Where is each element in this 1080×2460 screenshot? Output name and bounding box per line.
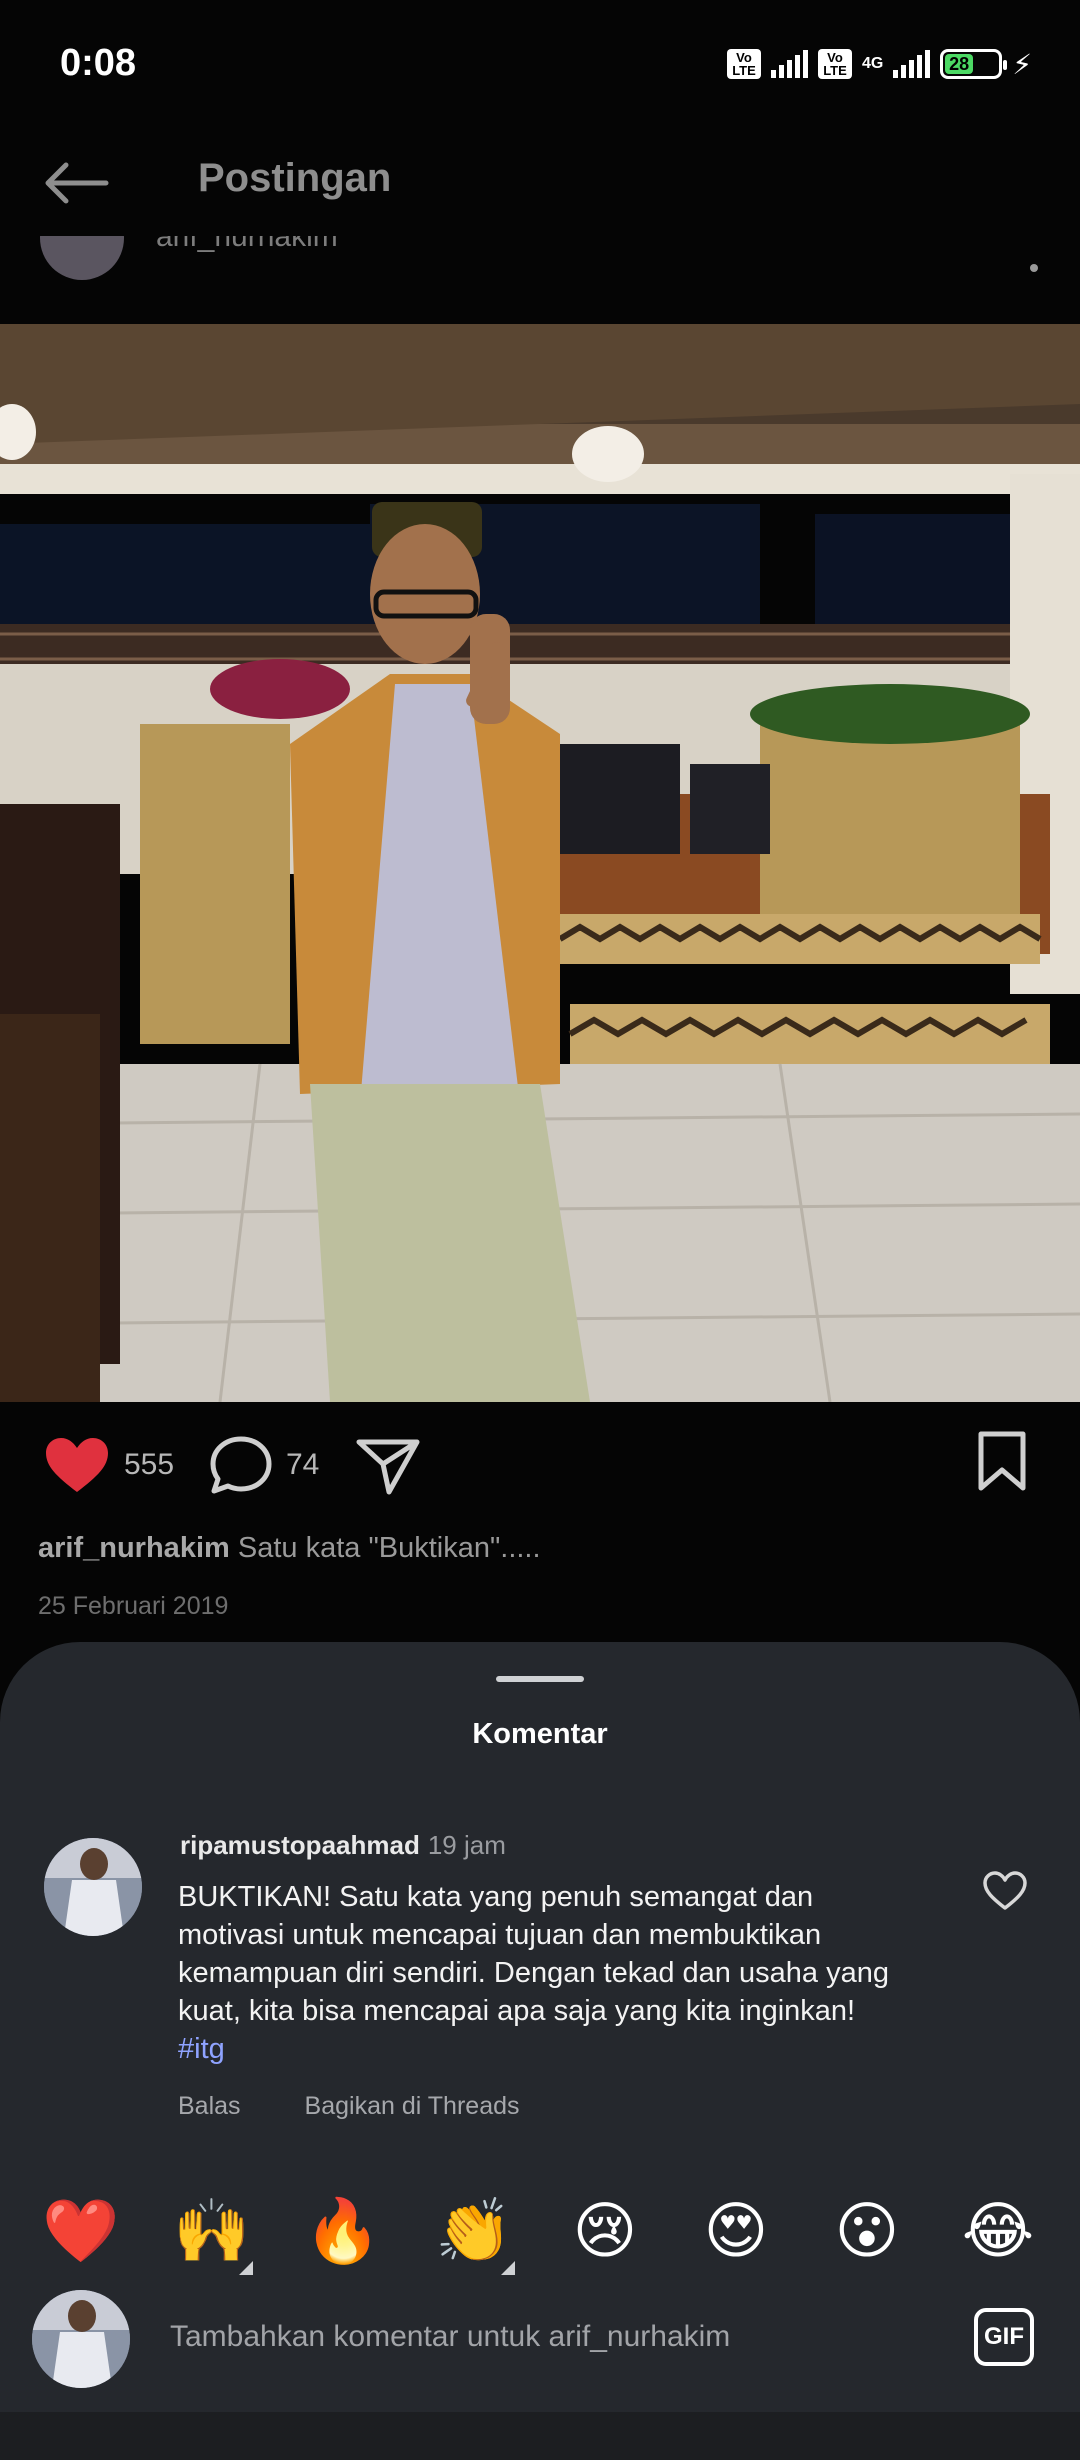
arrow-left-icon[interactable]	[40, 158, 110, 208]
gif-button[interactable]: GIF	[974, 2308, 1034, 2366]
comment-hashtag[interactable]: #itg	[178, 2033, 225, 2065]
comment-count[interactable]: 74	[286, 1448, 319, 1482]
comment-username[interactable]: ripamustopaahmad	[180, 1830, 420, 1860]
post-author-username[interactable]: arif_nurhakim	[156, 236, 338, 254]
status-time: 0:08	[60, 42, 137, 84]
comment-author-avatar[interactable]	[44, 1838, 142, 1936]
screen: 0:08 Vo LTE Vo LTE 4G 28 ⚡ Postingan ari…	[0, 0, 1080, 2460]
battery-level: 28	[945, 54, 973, 74]
emoji-laughing-button[interactable]: 😂	[953, 2187, 1043, 2277]
emoji-raised-hands-button[interactable]: 🙌	[167, 2187, 257, 2277]
caption-username[interactable]: arif_nurhakim	[38, 1532, 230, 1564]
comment-header: ripamustopaahmad 19 jam	[180, 1830, 506, 1861]
signal-icon-2	[893, 50, 931, 78]
sheet-drag-handle[interactable]	[496, 1676, 584, 1682]
post-author-avatar[interactable]	[40, 236, 124, 280]
emoji-raised-hands-glyph: 🙌	[173, 2197, 251, 2266]
status-bar: 0:08 Vo LTE Vo LTE 4G 28 ⚡	[0, 0, 1080, 120]
emoji-clap-button[interactable]: 👏	[429, 2187, 519, 2277]
sheet-title: Komentar	[472, 1718, 608, 1750]
post-author-row: arif_nurhakim	[0, 236, 1080, 326]
volte-badge-2: Vo LTE	[817, 49, 852, 79]
page-title: Postingan	[198, 156, 392, 200]
comment-icon[interactable]	[208, 1434, 274, 1496]
comment-input-bar: Tambahkan komentar untuk arif_nurhakim G…	[0, 2282, 1080, 2392]
caption-text: Satu kata "Buktikan".....	[237, 1532, 541, 1564]
comment-time: 19 jam	[427, 1830, 506, 1860]
share-threads-button[interactable]: Bagikan di Threads	[305, 2092, 520, 2120]
volte-badge-1: Vo LTE	[726, 49, 761, 79]
emoji-fire-button[interactable]: 🔥	[298, 2187, 388, 2277]
more-options-icon[interactable]	[1030, 264, 1038, 272]
charging-icon: ⚡	[1012, 48, 1032, 80]
post-caption: arif_nurhakim Satu kata "Buktikan".....	[38, 1532, 541, 1565]
quick-emoji-row: ❤️ 🙌 🔥 👏 😢 😍 😮 😂	[0, 2187, 1080, 2277]
comment-text: BUKTIKAN! Satu kata yang penuh semangat …	[178, 1878, 898, 2068]
header: Postingan	[0, 130, 1080, 234]
post-photo[interactable]	[0, 324, 1080, 1402]
emoji-clap-glyph: 👏	[435, 2197, 513, 2266]
battery-icon: 28	[940, 49, 1008, 79]
reply-button[interactable]: Balas	[178, 2092, 241, 2120]
skin-tone-indicator-icon	[239, 2261, 253, 2275]
avatar-image	[32, 2290, 130, 2388]
skin-tone-indicator-icon	[501, 2261, 515, 2275]
emoji-heart-eyes-button[interactable]: 😍	[691, 2187, 781, 2277]
emoji-surprised-button[interactable]: 😮	[822, 2187, 912, 2277]
bookmark-icon[interactable]	[976, 1430, 1028, 1492]
comments-sheet: Komentar ripamustopaahmad 19 jam BUKTIKAN…	[0, 1642, 1080, 2412]
signal-icon-1	[770, 50, 808, 78]
current-user-avatar	[32, 2290, 130, 2388]
emoji-heart-button[interactable]: ❤️	[36, 2187, 126, 2277]
comment-actions: Balas Bagikan di Threads	[178, 2092, 584, 2121]
like-count[interactable]: 555	[124, 1448, 174, 1482]
post-photo-image	[0, 324, 1080, 1402]
post-actions: 555 74	[0, 1430, 1080, 1510]
system-navigation-bar	[0, 2412, 1080, 2460]
comment-heart-icon[interactable]	[982, 1870, 1028, 1912]
comment-body: BUKTIKAN! Satu kata yang penuh semangat …	[178, 1881, 889, 2027]
post-date: 25 Februari 2019	[38, 1592, 229, 1620]
like-action: 555	[42, 1434, 174, 1496]
comment-input[interactable]: Tambahkan komentar untuk arif_nurhakim	[170, 2320, 730, 2354]
share-paper-plane-icon[interactable]	[355, 1436, 421, 1496]
network-type: 4G	[861, 55, 884, 72]
comment-item: ripamustopaahmad 19 jam BUKTIKAN! Satu ka…	[0, 1822, 1080, 2122]
avatar-image	[44, 1838, 142, 1936]
heart-filled-icon[interactable]	[42, 1434, 112, 1496]
comment-action: 74	[208, 1434, 319, 1496]
emoji-crying-button[interactable]: 😢	[560, 2187, 650, 2277]
status-icons: Vo LTE Vo LTE 4G 28 ⚡	[726, 44, 1032, 84]
